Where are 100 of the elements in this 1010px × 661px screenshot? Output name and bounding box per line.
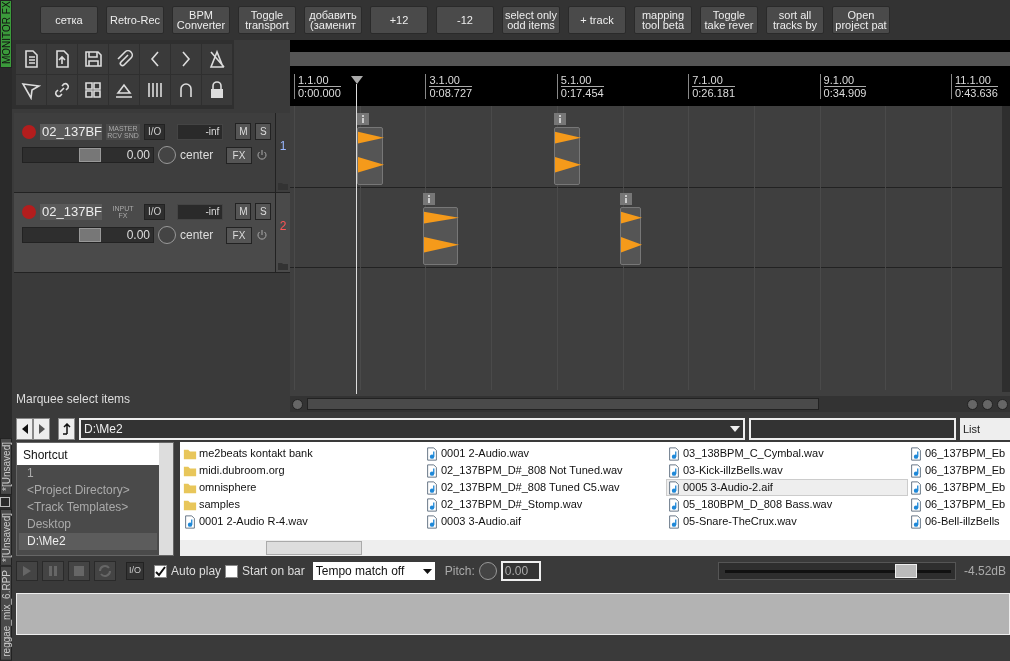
up-folder-icon[interactable] xyxy=(61,423,72,435)
file-item[interactable]: me2beats kontakt bank xyxy=(182,445,424,462)
file-item[interactable]: 0001 2-Audio R-4.wav xyxy=(182,513,424,530)
file-item[interactable]: midi.dubroom.org xyxy=(182,462,424,479)
toolbar-button[interactable]: +12 xyxy=(370,6,428,34)
zoom-out-icon[interactable] xyxy=(997,398,1008,410)
media-item[interactable] xyxy=(554,127,580,185)
dropdown-caret-icon[interactable] xyxy=(422,568,432,574)
file-item[interactable]: 05_180BPM_D_808 Bass.wav xyxy=(666,496,908,513)
fx-button[interactable]: FX xyxy=(226,226,252,244)
file-item[interactable]: 02_137BPM_D#_Stomp.wav xyxy=(424,496,666,513)
file-item[interactable]: omnisphere xyxy=(182,479,424,496)
volume-fader[interactable]: 0.00 xyxy=(22,227,154,243)
toolbar-button[interactable]: Retro-Rec xyxy=(106,6,164,34)
slider-thumb[interactable] xyxy=(894,564,917,578)
toolbar-button[interactable]: Open project pat xyxy=(832,6,890,34)
link-icon[interactable] xyxy=(52,80,72,100)
zoom-in-icon[interactable] xyxy=(982,398,993,410)
vertical-scrollbar[interactable] xyxy=(1002,106,1010,392)
toolbar-button[interactable]: Toggle take rever xyxy=(700,6,758,34)
view-dropdown[interactable]: List xyxy=(960,418,1010,440)
arrange-view[interactable]: 1.1.00 0:00.000 3.1.00 0:08.727 5.1.00 0:17.454 7.1.00 0:26.181 9.1.00 0:34.909 11.1.00 0:43.636 xyxy=(290,40,1010,412)
power-icon[interactable] xyxy=(256,229,268,241)
close-icon[interactable] xyxy=(0,497,10,508)
scrollbar-thumb[interactable] xyxy=(307,398,819,410)
toolbar-button[interactable]: Toggle transport xyxy=(238,6,296,34)
file-item[interactable]: 02_137BPM_D#_808 Not Tuned.wav xyxy=(424,462,666,479)
media-item[interactable] xyxy=(620,207,641,265)
pitch-field[interactable]: 0.00 xyxy=(500,561,541,581)
grid-icon[interactable] xyxy=(83,80,103,100)
file-list[interactable] xyxy=(180,442,1010,556)
file-item[interactable]: 0005 3-Audio-2.aif xyxy=(666,479,908,496)
dropdown-caret-icon[interactable] xyxy=(730,426,740,432)
project-tab[interactable]: *[Unsaved] xyxy=(0,438,12,496)
file-item[interactable]: 06_137BPM_Eb xyxy=(908,445,1010,462)
solo-button[interactable]: S xyxy=(255,203,272,220)
project-tab[interactable]: *[Unsaved] xyxy=(0,509,12,567)
pitch-knob[interactable] xyxy=(478,562,497,580)
track-name[interactable]: 02_137BF xyxy=(40,203,102,220)
pan-knob[interactable] xyxy=(158,226,176,244)
vertical-scrollbar[interactable] xyxy=(159,443,173,555)
file-item[interactable]: samples xyxy=(182,496,424,513)
volume-fader[interactable]: 0.00 xyxy=(22,147,154,163)
file-item[interactable]: 03-Kick-illzBells.wav xyxy=(666,462,908,479)
cursor-triangle-icon[interactable] xyxy=(21,80,41,100)
media-item[interactable] xyxy=(423,207,458,265)
mute-button[interactable]: M xyxy=(235,203,252,220)
pause-icon[interactable] xyxy=(46,564,60,578)
info-icon[interactable] xyxy=(554,113,566,125)
toolbar-button[interactable]: sort all tracks by xyxy=(766,6,824,34)
loop-icon[interactable] xyxy=(98,564,112,578)
power-icon[interactable] xyxy=(256,149,268,161)
file-item[interactable]: 06_137BPM_Eb xyxy=(908,479,1010,496)
vertical-bars-icon[interactable] xyxy=(145,80,165,100)
toolbar-button[interactable]: mapping tool beta xyxy=(634,6,692,34)
timeline-ruler[interactable]: 1.1.00 0:00.000 3.1.00 0:08.727 5.1.00 0:17.454 7.1.00 0:26.181 9.1.00 0:34.909 11.1.00 0:43.636 xyxy=(290,66,1010,106)
file-item[interactable]: 06_137BPM_Eb xyxy=(908,462,1010,479)
file-item[interactable]: 02_137BPM_D#_808 Tuned C5.wav xyxy=(424,479,666,496)
scrollbar-thumb[interactable] xyxy=(266,541,362,555)
toolbar-button[interactable]: select only odd items xyxy=(502,6,560,34)
save-icon[interactable] xyxy=(83,49,103,69)
info-icon[interactable] xyxy=(620,193,632,205)
fader-thumb[interactable] xyxy=(79,148,101,162)
track-name[interactable]: 02_137BF xyxy=(40,123,102,140)
horizontal-scrollbar[interactable] xyxy=(290,396,1010,412)
path-field[interactable]: D:\Me2 xyxy=(79,418,745,440)
horizontal-scrollbar[interactable] xyxy=(180,540,1010,556)
slashed-triangle-icon[interactable] xyxy=(207,49,227,69)
fx-button[interactable]: FX xyxy=(226,146,252,164)
info-icon[interactable] xyxy=(357,113,369,125)
file-item[interactable]: 03_138BPM_C_Cymbal.wav xyxy=(666,445,908,462)
toolbar-button[interactable]: + track xyxy=(568,6,626,34)
tempo-dropdown[interactable]: Tempo match off xyxy=(312,562,435,580)
file-item[interactable]: 0001 2-Audio.wav xyxy=(424,445,666,462)
shortcut-item[interactable]: Desktop xyxy=(19,516,157,533)
search-field[interactable] xyxy=(749,418,956,440)
shortcut-item[interactable]: <Project Directory> xyxy=(19,482,157,499)
io-button[interactable]: I/O xyxy=(144,123,166,140)
forward-arrow-icon[interactable] xyxy=(37,424,46,434)
media-item[interactable] xyxy=(357,127,383,185)
mute-button[interactable]: M xyxy=(235,123,252,140)
scroll-right-icon[interactable] xyxy=(967,398,978,410)
file-item[interactable]: 06-Bell-illzBells xyxy=(908,513,1010,530)
back-arrow-icon[interactable] xyxy=(20,424,29,434)
info-icon[interactable] xyxy=(423,193,435,205)
checkbox[interactable] xyxy=(154,564,167,578)
io-button[interactable]: I/O xyxy=(126,562,144,580)
shortcut-item[interactable]: 1 xyxy=(19,465,157,482)
playhead-marker-icon[interactable] xyxy=(351,76,363,84)
file-item[interactable]: 06_137BPM_Eb xyxy=(908,496,1010,513)
toolbar-button[interactable]: добавить (заменит xyxy=(304,6,362,34)
monitor-fx-tab[interactable]: MONITOR FX xyxy=(0,0,12,68)
volume-slider[interactable] xyxy=(718,562,956,580)
pan-knob[interactable] xyxy=(158,146,176,164)
checkbox[interactable] xyxy=(225,564,239,578)
toolbar-button[interactable]: -12 xyxy=(436,6,494,34)
io-button[interactable]: I/O xyxy=(144,203,166,220)
solo-button[interactable]: S xyxy=(255,123,272,140)
shortcut-item[interactable]: <Track Templates> xyxy=(19,499,157,516)
toolbar-button[interactable]: BPM Converter xyxy=(172,6,230,34)
